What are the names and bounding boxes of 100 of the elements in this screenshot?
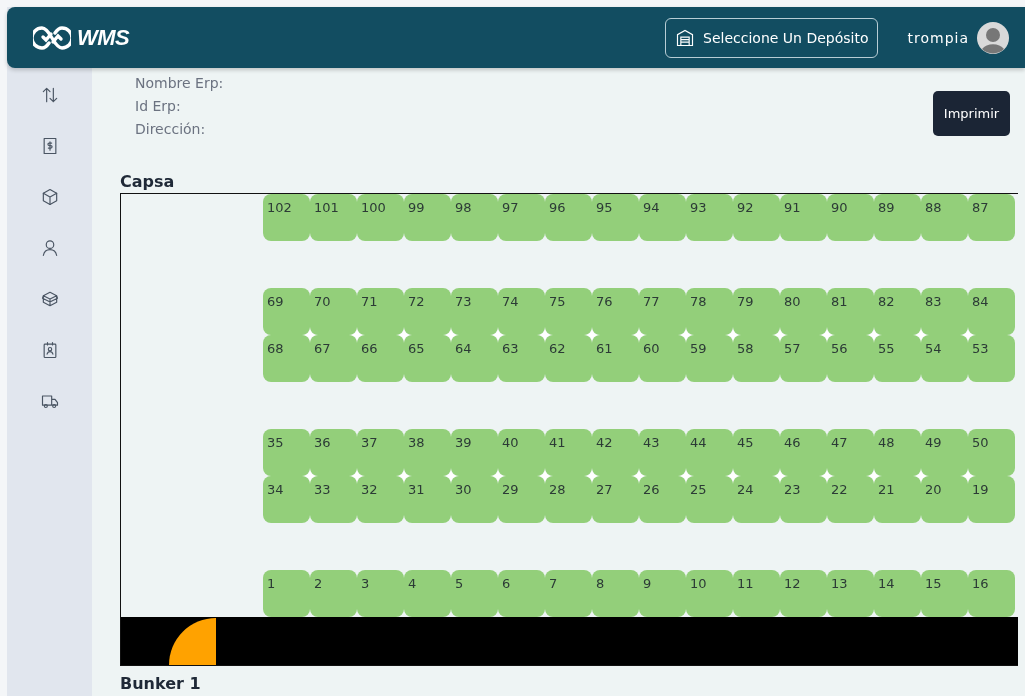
rack-slot[interactable]: 72 [404,288,451,335]
rack-slot[interactable]: 80 [780,288,827,335]
rack-slot[interactable]: 67 [310,335,357,382]
rack-slot[interactable]: 61 [592,335,639,382]
rack-slot[interactable]: 102 [263,194,310,241]
rack-slot[interactable]: 25 [686,476,733,523]
rack-slot[interactable]: 14 [874,570,921,617]
rack-slot[interactable]: 30 [451,476,498,523]
rack-slot[interactable]: 71 [357,288,404,335]
rack-slot[interactable]: 16 [968,570,1015,617]
rack-slot[interactable]: 53 [968,335,1015,382]
rack-slot[interactable]: 68 [263,335,310,382]
rack-slot[interactable]: 37 [357,429,404,476]
rack-slot[interactable]: 69 [263,288,310,335]
rack-slot[interactable]: 58 [733,335,780,382]
rack-slot[interactable]: 95 [592,194,639,241]
rack-slot[interactable]: 19 [968,476,1015,523]
rack-slot[interactable]: 101 [310,194,357,241]
rack-slot[interactable]: 92 [733,194,780,241]
rack-slot[interactable]: 99 [404,194,451,241]
rack-slot[interactable]: 96 [545,194,592,241]
rack-slot[interactable]: 26 [639,476,686,523]
rack-slot[interactable]: 81 [827,288,874,335]
rack-slot[interactable]: 24 [733,476,780,523]
rack-slot[interactable]: 48 [874,429,921,476]
rack-slot[interactable]: 57 [780,335,827,382]
rack-slot[interactable]: 55 [874,335,921,382]
rack-slot[interactable]: 75 [545,288,592,335]
rack-slot[interactable]: 21 [874,476,921,523]
rack-slot[interactable]: 84 [968,288,1015,335]
rack-slot[interactable]: 77 [639,288,686,335]
rack-slot[interactable]: 79 [733,288,780,335]
rack-slot[interactable]: 3 [357,570,404,617]
rack-slot[interactable]: 49 [921,429,968,476]
rack-slot[interactable]: 8 [592,570,639,617]
rack-slot[interactable]: 60 [639,335,686,382]
rack-slot[interactable]: 83 [921,288,968,335]
rack-slot[interactable]: 90 [827,194,874,241]
rack-slot[interactable]: 45 [733,429,780,476]
avatar-icon[interactable] [977,21,1009,54]
rack-slot[interactable]: 63 [498,335,545,382]
rack-slot[interactable]: 33 [310,476,357,523]
rack-slot[interactable]: 97 [498,194,545,241]
rack-slot[interactable]: 59 [686,335,733,382]
rack-slot[interactable]: 74 [498,288,545,335]
rack-slot[interactable]: 43 [639,429,686,476]
rack-slot[interactable]: 27 [592,476,639,523]
rack-slot[interactable]: 66 [357,335,404,382]
rack-slot[interactable]: 31 [404,476,451,523]
rack-slot[interactable]: 98 [451,194,498,241]
rack-slot[interactable]: 64 [451,335,498,382]
rack-slot[interactable]: 44 [686,429,733,476]
rack-slot[interactable]: 82 [874,288,921,335]
rack-slot[interactable]: 10 [686,570,733,617]
rack-slot[interactable]: 1 [263,570,310,617]
rack-slot[interactable]: 35 [263,429,310,476]
rack-slot[interactable]: 47 [827,429,874,476]
rack-slot[interactable]: 34 [263,476,310,523]
rack-slot[interactable]: 91 [780,194,827,241]
rack-slot[interactable]: 65 [404,335,451,382]
rack-slot[interactable]: 42 [592,429,639,476]
rack-slot[interactable]: 54 [921,335,968,382]
rack-slot[interactable]: 73 [451,288,498,335]
rack-slot[interactable]: 13 [827,570,874,617]
print-button[interactable]: Imprimir [933,91,1010,136]
rack-slot[interactable]: 50 [968,429,1015,476]
rack-slot[interactable]: 20 [921,476,968,523]
rack-slot[interactable]: 29 [498,476,545,523]
rack-slot[interactable]: 23 [780,476,827,523]
rack-slot[interactable]: 88 [921,194,968,241]
rack-slot[interactable]: 76 [592,288,639,335]
rack-slot[interactable]: 94 [639,194,686,241]
warehouse-select-button[interactable]: Seleccione Un Depósito [665,17,878,58]
rack-slot[interactable]: 41 [545,429,592,476]
rack-slot[interactable]: 11 [733,570,780,617]
rack-slot[interactable]: 40 [498,429,545,476]
rack-slot[interactable]: 62 [545,335,592,382]
rack-slot[interactable]: 100 [357,194,404,241]
rack-slot[interactable]: 38 [404,429,451,476]
rack-slot[interactable]: 2 [310,570,357,617]
rack-slot[interactable]: 56 [827,335,874,382]
package-icon[interactable] [39,289,60,309]
rack-slot[interactable]: 36 [310,429,357,476]
rack-slot[interactable]: 6 [498,570,545,617]
rack-slot[interactable]: 93 [686,194,733,241]
rack-slot[interactable]: 22 [827,476,874,523]
rack-slot[interactable]: 46 [780,429,827,476]
rack-slot[interactable]: 87 [968,194,1015,241]
rack-slot[interactable]: 5 [451,570,498,617]
rack-slot[interactable]: 9 [639,570,686,617]
rack-slot[interactable]: 28 [545,476,592,523]
rack-slot[interactable]: 4 [404,570,451,617]
rack-slot[interactable]: 15 [921,570,968,617]
rack-slot[interactable]: 32 [357,476,404,523]
rack-slot[interactable]: 70 [310,288,357,335]
rack-slot[interactable]: 7 [545,570,592,617]
rack-slot[interactable]: 78 [686,288,733,335]
rack-slot[interactable]: 12 [780,570,827,617]
rack-slot[interactable]: 39 [451,429,498,476]
rack-slot[interactable]: 89 [874,194,921,241]
